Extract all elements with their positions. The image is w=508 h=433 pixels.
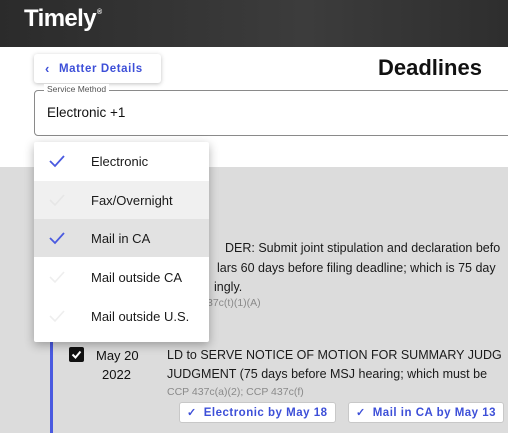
menu-item-label: Electronic <box>91 153 149 169</box>
menu-item-mail-in-ca[interactable]: Mail in CA <box>34 219 209 257</box>
deadline-citation: 37c(t)(1)(A) <box>207 297 261 309</box>
menu-item-electronic[interactable]: Electronic <box>34 142 209 180</box>
check-icon <box>49 232 65 245</box>
menu-item-mail-outside-us[interactable]: Mail outside U.S. <box>34 297 209 335</box>
service-method-value: Electronic +1 <box>47 105 126 120</box>
deadline-checkbox[interactable] <box>69 347 84 362</box>
chip-label: Electronic by May 18 <box>203 406 328 419</box>
menu-item-mail-outside-ca[interactable]: Mail outside CA <box>34 258 209 296</box>
logo-mark: ® <box>97 9 102 16</box>
service-method-label: Service Method <box>44 84 110 94</box>
deadline-citation: CCP 437c(a)(2); CCP 437c(f) <box>167 386 304 398</box>
chip-label: Mail in CA by May 13 <box>372 406 497 419</box>
check-icon <box>49 194 65 207</box>
service-chip-electronic[interactable]: ✓ Electronic by May 18 <box>179 402 336 423</box>
page-title: Deadlines <box>378 55 482 80</box>
deadline-year: 2022 <box>102 367 131 382</box>
menu-item-fax-overnight[interactable]: Fax/Overnight <box>34 181 209 219</box>
matter-details-button[interactable]: ‹ Matter Details <box>34 54 161 83</box>
check-icon: ✓ <box>187 407 197 419</box>
service-method-menu: Electronic Fax/Overnight Mail in CA Mail… <box>34 142 209 342</box>
check-icon <box>49 155 65 168</box>
deadline-text-line: lars 60 days before filing deadline; whi… <box>217 261 496 275</box>
menu-item-label: Mail outside U.S. <box>91 308 190 324</box>
deadline-text-line: LD to SERVE NOTICE OF MOTION FOR SUMMARY… <box>167 348 502 362</box>
check-icon <box>49 310 65 323</box>
deadline-text-line: JUDGMENT (75 days before MSJ hearing; wh… <box>167 367 488 381</box>
deadline-text-line: ingly. <box>214 280 243 294</box>
timeline-bar <box>50 330 53 433</box>
service-chip-mail-in-ca[interactable]: ✓ Mail in CA by May 13 <box>348 402 505 423</box>
menu-item-label: Fax/Overnight <box>91 192 173 208</box>
back-button-label: Matter Details <box>58 62 143 75</box>
deadline-text-line: DER: Submit joint stipulation and declar… <box>225 241 501 255</box>
check-icon: ✓ <box>356 407 366 419</box>
chevron-left-icon: ‹ <box>45 61 50 76</box>
top-bar: Timely® <box>0 0 508 47</box>
menu-item-label: Mail in CA <box>91 230 151 246</box>
deadline-date: May 20 <box>96 348 139 363</box>
check-icon <box>49 271 65 284</box>
checkmark-icon <box>71 350 82 359</box>
logo-text: Timely <box>24 5 97 32</box>
menu-item-label: Mail outside CA <box>91 269 183 285</box>
timely-logo[interactable]: Timely® <box>24 5 102 33</box>
